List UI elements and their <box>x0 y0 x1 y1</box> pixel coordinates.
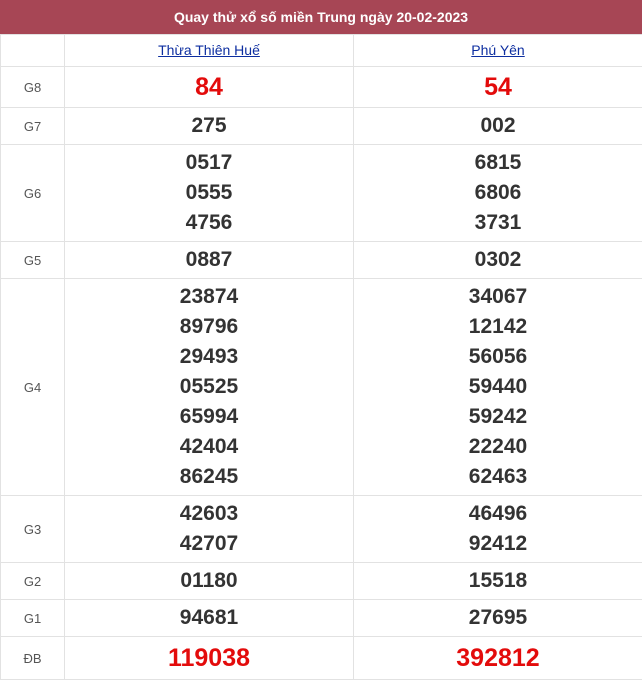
prize-number: 86245 <box>179 465 239 488</box>
prize-cell: 6815 6806 3731 <box>353 144 642 242</box>
prize-label: G4 <box>0 278 65 496</box>
prize-cell: 0517 0555 4756 <box>64 144 354 242</box>
prize-number: 94681 <box>179 606 239 629</box>
prize-row-g4: G4 23874 89796 29493 05525 65994 42404 8… <box>0 278 642 496</box>
prize-number: 15518 <box>468 569 528 592</box>
prize-label: G5 <box>0 241 65 279</box>
prize-number: 275 <box>191 114 227 137</box>
prize-number: 62463 <box>468 465 528 488</box>
prize-cell: 94681 <box>64 599 354 637</box>
prize-number: 54 <box>484 73 512 101</box>
prize-label: G7 <box>0 107 65 145</box>
prize-label: G2 <box>0 562 65 600</box>
prize-number: 3731 <box>474 211 522 234</box>
prize-cell: 119038 <box>64 636 354 680</box>
prize-number: 29493 <box>179 345 239 368</box>
prize-number: 42707 <box>179 532 239 555</box>
prize-cell: 15518 <box>353 562 642 600</box>
prize-number: 05525 <box>179 375 239 398</box>
province-header-row: Thừa Thiên Huế Phú Yên <box>0 34 642 67</box>
page-title: Quay thử xổ số miền Trung ngày 20-02-202… <box>173 9 469 25</box>
prize-number: 59440 <box>468 375 528 398</box>
prize-cell: 23874 89796 29493 05525 65994 42404 8624… <box>64 278 354 496</box>
prize-number: 42404 <box>179 435 239 458</box>
prize-cell: 34067 12142 56056 59440 59242 22240 6246… <box>353 278 642 496</box>
prize-cell: 0302 <box>353 241 642 279</box>
prize-row-g5: G5 0887 0302 <box>0 241 642 279</box>
results-title-bar: Quay thử xổ số miền Trung ngày 20-02-202… <box>0 0 642 34</box>
prize-cell: 002 <box>353 107 642 145</box>
prize-number: 0887 <box>185 248 233 271</box>
prize-row-g7: G7 275 002 <box>0 107 642 145</box>
prize-cell: 46496 92412 <box>353 495 642 563</box>
prize-row-g3: G3 42603 42707 46496 92412 <box>0 495 642 563</box>
prize-cell: 84 <box>64 66 354 108</box>
prize-number: 89796 <box>179 315 239 338</box>
prize-number: 46496 <box>468 502 528 525</box>
prize-number: 002 <box>480 114 516 137</box>
prize-row-g8: G8 84 54 <box>0 66 642 108</box>
prize-number: 6815 <box>474 151 522 174</box>
province-link-phu-yen[interactable]: Phú Yên <box>471 42 524 58</box>
prize-label: G3 <box>0 495 65 563</box>
prize-number: 56056 <box>468 345 528 368</box>
prize-label: G6 <box>0 144 65 242</box>
province-header-cell: Phú Yên <box>353 34 642 67</box>
prize-cell: 01180 <box>64 562 354 600</box>
prize-number: 12142 <box>468 315 528 338</box>
prize-cell: 0887 <box>64 241 354 279</box>
special-prize-number: 119038 <box>167 644 251 672</box>
prize-number: 4756 <box>185 211 233 234</box>
prize-label: G1 <box>0 599 65 637</box>
prize-cell: 42603 42707 <box>64 495 354 563</box>
corner-cell <box>0 34 65 67</box>
prize-number: 01180 <box>180 569 238 592</box>
prize-cell: 27695 <box>353 599 642 637</box>
prize-number: 0302 <box>474 248 522 271</box>
prize-row-g6: G6 0517 0555 4756 6815 6806 3731 <box>0 144 642 242</box>
prize-number: 92412 <box>468 532 528 555</box>
prize-number: 59242 <box>468 405 528 428</box>
prize-label: G8 <box>0 66 65 108</box>
results-table: Thừa Thiên Huế Phú Yên G8 84 54 G7 275 0… <box>0 34 642 680</box>
prize-number: 42603 <box>179 502 239 525</box>
prize-label: ĐB <box>0 636 65 680</box>
prize-cell: 392812 <box>353 636 642 680</box>
prize-number: 0517 <box>185 151 233 174</box>
prize-number: 65994 <box>179 405 239 428</box>
prize-number: 6806 <box>474 181 522 204</box>
special-prize-number: 392812 <box>456 644 540 672</box>
prize-row-g1: G1 94681 27695 <box>0 599 642 637</box>
prize-row-special: ĐB 119038 392812 <box>0 636 642 680</box>
province-header-cell: Thừa Thiên Huế <box>64 34 354 67</box>
prize-number: 22240 <box>468 435 528 458</box>
prize-number: 27695 <box>468 606 528 629</box>
prize-row-g2: G2 01180 15518 <box>0 562 642 600</box>
prize-number: 23874 <box>179 285 239 308</box>
prize-number: 0555 <box>185 181 233 204</box>
prize-number: 84 <box>195 73 223 101</box>
province-link-thua-thien-hue[interactable]: Thừa Thiên Huế <box>158 42 260 58</box>
prize-number: 34067 <box>468 285 528 308</box>
prize-cell: 275 <box>64 107 354 145</box>
prize-cell: 54 <box>353 66 642 108</box>
